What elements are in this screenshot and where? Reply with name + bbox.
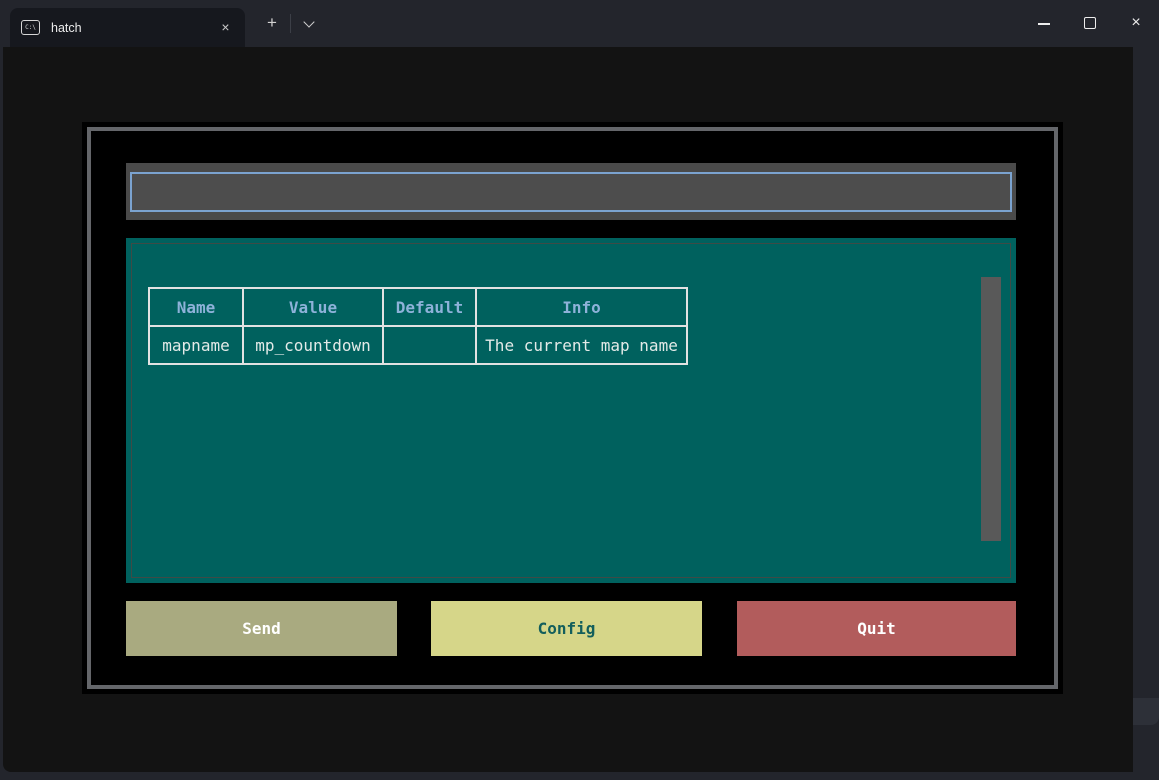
maximize-icon [1084,17,1096,29]
minimize-button[interactable] [1021,0,1067,47]
chevron-down-icon [303,16,314,27]
terminal-icon: C:\ [21,20,40,35]
send-button[interactable]: Send [126,601,397,656]
table-row[interactable]: mapname mp_countdown The current map nam… [149,326,687,364]
table-header-row: Name Value Default Info [149,288,687,326]
tab-dropdown-button[interactable] [296,10,322,38]
window: { "window": { "tab_title": "hatch", "tab… [0,0,1159,780]
tab-separator [290,14,291,33]
cvar-table: Name Value Default Info mapname mp_count… [148,287,688,365]
quit-button[interactable]: Quit [737,601,1016,656]
cell-name: mapname [149,326,243,364]
new-tab-button[interactable]: + [258,10,286,38]
command-input-container: Enter a rcon command [126,163,1016,220]
header-name[interactable]: Name [149,288,243,326]
terminal-canvas: Enter a rcon command Name Value Default … [3,47,1133,772]
window-controls: × [1021,0,1159,47]
minimize-icon [1038,23,1050,25]
cell-info: The current map name [476,326,687,364]
close-button[interactable]: × [1113,0,1159,47]
header-default[interactable]: Default [383,288,476,326]
tab-title: hatch [51,21,82,35]
maximize-button[interactable] [1067,0,1113,47]
titlebar: C:\ hatch × + × [0,0,1159,47]
rcon-command-input[interactable]: Enter a rcon command [130,172,1012,212]
header-info[interactable]: Info [476,288,687,326]
table-scrollbar-thumb[interactable] [981,277,1001,541]
cvar-table-panel: Name Value Default Info mapname mp_count… [126,238,1016,583]
tab-close-button[interactable]: × [216,18,235,37]
close-icon: × [1113,0,1159,47]
terminal-scrollbar-track[interactable] [1133,47,1159,772]
cell-value: mp_countdown [243,326,383,364]
tab-hatch[interactable]: C:\ hatch × [10,8,245,47]
config-button[interactable]: Config [431,601,702,656]
terminal-scrollbar-thumb[interactable] [1133,698,1159,725]
rcon-app: Enter a rcon command Name Value Default … [82,122,1063,694]
cell-default [383,326,476,364]
header-value[interactable]: Value [243,288,383,326]
